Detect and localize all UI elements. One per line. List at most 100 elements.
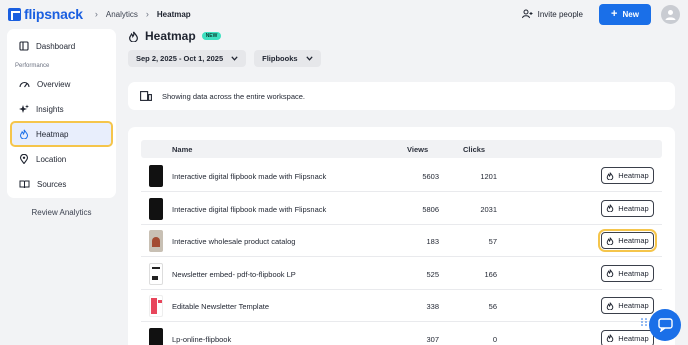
- date-range-dropdown[interactable]: Sep 2, 2025 - Oct 1, 2025: [128, 50, 247, 67]
- cell-name[interactable]: Editable Newsletter Template: [172, 302, 269, 311]
- heatmap-icon: [19, 129, 29, 139]
- chevron-right-icon: ›: [94, 9, 98, 19]
- column-header-clicks[interactable]: Clicks: [463, 145, 485, 154]
- heatmap-button[interactable]: Heatmap: [601, 167, 654, 184]
- chat-icon: [657, 318, 673, 332]
- flipbook-thumbnail[interactable]: [149, 197, 163, 220]
- table-row[interactable]: Editable Newsletter Template 338 56 Heatmap: [141, 290, 662, 322]
- chevron-down-icon: [305, 56, 313, 61]
- avatar-icon: [665, 9, 676, 20]
- column-header-name[interactable]: Name: [172, 145, 192, 154]
- sidebar-section-performance: Performance: [15, 63, 50, 69]
- sidebar-item-insights[interactable]: Insights: [12, 98, 111, 120]
- flipbook-thumbnail[interactable]: [149, 230, 163, 252]
- heatmap-icon: [607, 334, 614, 342]
- heatmap-icon: [129, 31, 138, 42]
- sidebar-item-label: Insights: [36, 104, 64, 114]
- table-row[interactable]: Newsletter embed- pdf-to-flipbook LP 525 1…: [141, 258, 662, 290]
- breadcrumb: › Analytics › Heatmap: [95, 9, 191, 19]
- heatmap-button[interactable]: Heatmap: [601, 329, 654, 345]
- cell-name[interactable]: Newsletter embed- pdf-to-flipbook LP: [172, 270, 296, 279]
- chevron-down-icon: [231, 56, 238, 61]
- workspace-notice: Showing data across the entire workspace…: [128, 82, 675, 110]
- table-row[interactable]: Interactive digital flipbook made with F…: [141, 160, 662, 192]
- sources-icon: [19, 180, 30, 189]
- dashboard-icon: [19, 41, 29, 51]
- drag-handle-icon[interactable]: [641, 318, 647, 326]
- heatmap-button[interactable]: Heatmap: [601, 297, 654, 314]
- cell-clicks: 1201: [480, 172, 497, 181]
- cell-clicks: 2031: [480, 204, 497, 214]
- heatmap-button-label: Heatmap: [618, 203, 649, 213]
- flipsnack-logo[interactable]: flipsnack: [8, 6, 83, 22]
- new-badge: NEW: [201, 32, 222, 40]
- sidebar-item-dashboard[interactable]: Dashboard: [12, 35, 111, 57]
- sidebar-item-overview[interactable]: Overview: [12, 73, 111, 95]
- workspace-icon: [140, 91, 152, 101]
- table-row[interactable]: Interactive digital flipbook made with F…: [141, 193, 662, 225]
- heatmap-button[interactable]: Heatmap: [598, 229, 657, 252]
- cell-clicks: 0: [492, 334, 497, 344]
- new-button[interactable]: + New: [599, 3, 651, 25]
- heatmap-button-label: Heatmap: [618, 301, 649, 310]
- cell-views: 5806: [422, 204, 439, 214]
- cell-clicks: 57: [488, 237, 497, 246]
- breadcrumb-heatmap: Heatmap: [156, 9, 191, 19]
- heatmap-button[interactable]: Heatmap: [601, 264, 654, 282]
- type-filter-value: Flipbooks: [262, 54, 298, 63]
- heatmap-button-label: Heatmap: [618, 268, 649, 278]
- cell-clicks: 56: [488, 302, 497, 311]
- flipsnack-logo-icon: [8, 7, 21, 21]
- heatmap-button-label: Heatmap: [618, 333, 649, 343]
- new-label: New: [622, 9, 639, 19]
- type-filter-dropdown[interactable]: Flipbooks: [254, 50, 321, 67]
- cell-views: 183: [426, 237, 439, 246]
- flipbook-thumbnail[interactable]: [149, 327, 163, 345]
- flipbook-thumbnail[interactable]: [149, 295, 163, 317]
- cell-name[interactable]: Interactive wholesale product catalog: [172, 237, 295, 246]
- cell-views: 525: [426, 269, 439, 279]
- sidebar-item-label: Location: [36, 154, 67, 164]
- page-title: Heatmap: [145, 29, 196, 43]
- insights-icon: [19, 104, 29, 113]
- invite-people-icon: [521, 9, 533, 19]
- sidebar: Dashboard Performance Overview Insights …: [7, 29, 116, 198]
- heatmap-icon: [607, 171, 614, 180]
- sidebar-item-heatmap[interactable]: Heatmap: [10, 121, 113, 147]
- overview-icon: [19, 81, 30, 88]
- sidebar-item-label: Overview: [37, 79, 71, 89]
- heatmap-icon: [607, 301, 614, 310]
- cell-views: 5603: [422, 172, 439, 181]
- heatmap-icon: [607, 269, 614, 277]
- heatmap-button-label: Heatmap: [618, 236, 649, 245]
- sidebar-item-label: Sources: [37, 179, 67, 189]
- cell-clicks: 166: [484, 269, 497, 279]
- heatmap-icon: [607, 204, 614, 212]
- review-analytics-link[interactable]: Review Analytics: [7, 208, 116, 217]
- flipbooks-table: Name Views Clicks Interactive digital fl…: [128, 127, 675, 345]
- table-row[interactable]: Interactive wholesale product catalog 183…: [141, 225, 662, 257]
- sidebar-item-label: Heatmap: [36, 129, 69, 139]
- sidebar-item-sources[interactable]: Sources: [12, 173, 111, 195]
- cell-name[interactable]: Interactive digital flipbook made with F…: [172, 205, 326, 214]
- table-row[interactable]: Lp-online-flipbook 307 0 Heatmap: [141, 323, 662, 345]
- flipbook-thumbnail[interactable]: [149, 262, 163, 285]
- chat-button[interactable]: [649, 309, 681, 341]
- invite-people-label: Invite people: [537, 9, 583, 19]
- flipbook-thumbnail[interactable]: [149, 165, 163, 187]
- cell-views: 338: [426, 302, 439, 311]
- date-range-value: Sep 2, 2025 - Oct 1, 2025: [136, 54, 224, 63]
- sidebar-item-label: Dashboard: [36, 41, 76, 51]
- sidebar-item-location[interactable]: Location: [12, 148, 111, 170]
- location-icon: [19, 154, 29, 164]
- cell-name[interactable]: Lp-online-flipbook: [172, 335, 231, 344]
- cell-name[interactable]: Interactive digital flipbook made with F…: [172, 172, 326, 181]
- column-header-views[interactable]: Views: [407, 145, 428, 154]
- invite-people-button[interactable]: Invite people: [516, 5, 589, 23]
- avatar[interactable]: [661, 4, 680, 24]
- heatmap-button-label: Heatmap: [618, 171, 649, 180]
- breadcrumb-analytics[interactable]: Analytics: [106, 10, 138, 19]
- top-bar: flipsnack › Analytics › Heatmap Invite p…: [0, 0, 688, 28]
- chevron-right-icon: ›: [145, 9, 149, 19]
- heatmap-button[interactable]: Heatmap: [601, 199, 654, 217]
